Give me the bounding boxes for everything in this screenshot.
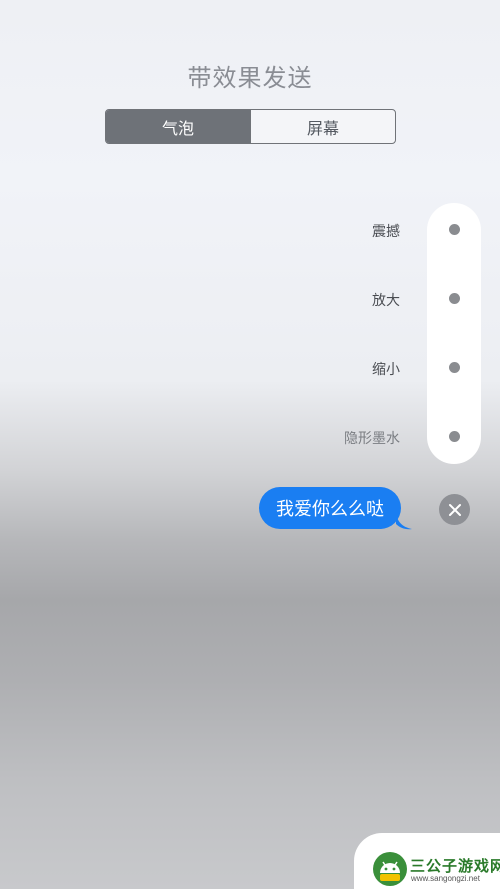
close-icon	[448, 503, 461, 516]
effect-label-slam[interactable]: 震撼	[372, 221, 400, 241]
bubble-tail	[396, 514, 412, 530]
tab-screen[interactable]: 屏幕	[250, 110, 395, 143]
message-text: 我爱你么么哒	[276, 499, 384, 520]
android-logo-icon	[373, 852, 407, 886]
effect-picker-track	[427, 203, 481, 464]
effect-option-slam-dot[interactable]	[449, 224, 460, 235]
effect-label-loud[interactable]: 放大	[372, 290, 400, 310]
effect-option-loud-dot[interactable]	[449, 293, 460, 304]
close-button[interactable]	[439, 494, 470, 525]
effect-label-gentle[interactable]: 缩小	[372, 359, 400, 379]
effect-label-invisible-ink[interactable]: 隐形墨水	[344, 428, 400, 448]
tab-bubble[interactable]: 气泡	[106, 110, 250, 143]
page-title: 带效果发送	[187, 64, 313, 92]
effect-option-invisible-ink-dot[interactable]	[449, 431, 460, 442]
effect-option-gentle-dot[interactable]	[449, 362, 460, 373]
message-bubble: 我爱你么么哒	[259, 487, 401, 529]
watermark-url: www.sangongzi.net	[411, 874, 480, 883]
effect-type-segmented-control: 气泡 屏幕	[105, 109, 396, 144]
watermark-name: 三公子游戏网	[410, 857, 500, 875]
